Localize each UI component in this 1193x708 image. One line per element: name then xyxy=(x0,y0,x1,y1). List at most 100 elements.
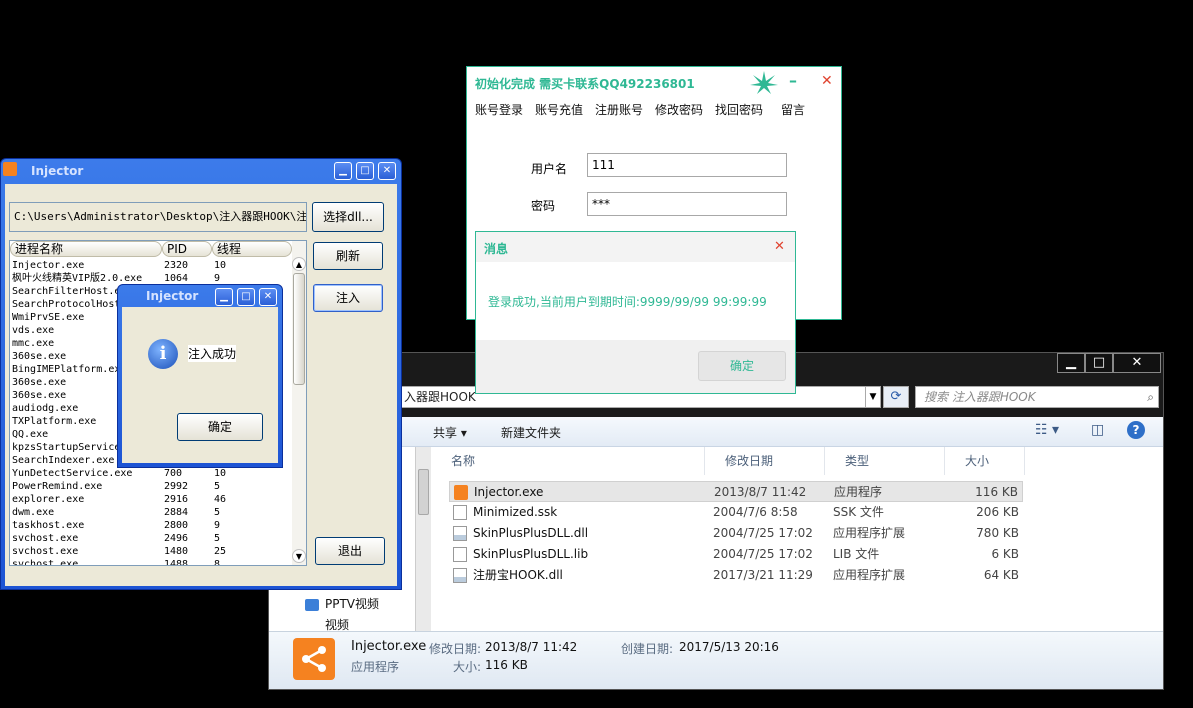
column-header-process-name[interactable]: 进程名称 xyxy=(10,241,162,257)
new-folder-button[interactable]: 新建文件夹 xyxy=(501,424,561,441)
details-size: 116 KB xyxy=(485,658,528,672)
scrollbar-thumb[interactable] xyxy=(293,273,305,385)
close-button[interactable]: ✕ xyxy=(378,162,396,180)
process-name: dwm.exe xyxy=(12,507,55,518)
search-input[interactable]: 搜索 注入器跟HOOK ⌕ xyxy=(915,386,1159,408)
process-threads: 5 xyxy=(214,507,221,518)
process-pid: 2884 xyxy=(164,507,189,518)
dll-path-field[interactable]: C:\Users\Administrator\Desktop\注入器跟HOOK\… xyxy=(9,202,307,232)
exit-button[interactable]: 退出 xyxy=(315,537,385,565)
file-icon xyxy=(453,505,467,520)
process-name: 360se.exe xyxy=(12,351,67,362)
menu-message[interactable]: 留言 xyxy=(781,101,805,118)
password-input[interactable]: *** xyxy=(587,192,787,216)
process-name: kpzsStartupService xyxy=(12,442,121,453)
file-row[interactable]: SkinPlusPlusDLL.dll 2004/7/25 17:02 应用程序… xyxy=(449,523,1023,544)
process-pid: 2496 xyxy=(164,533,189,544)
minimize-button[interactable]: ▁ xyxy=(215,288,233,306)
view-options-icon[interactable]: ☷ ▾ xyxy=(1035,422,1059,438)
process-threads: 9 xyxy=(214,520,221,531)
details-size-label: 大小: xyxy=(453,660,482,674)
close-button[interactable]: ✕ xyxy=(774,239,785,254)
minimize-button[interactable]: ▁ xyxy=(334,162,352,180)
dialog-content: 登录成功,当前用户到期时间:9999/99/99 99:99:99 xyxy=(476,262,795,340)
file-row[interactable]: 注册宝HOOK.dll 2017/3/21 11:29 应用程序扩展 64 KB xyxy=(449,565,1023,586)
scroll-up-icon[interactable]: ▲ xyxy=(292,257,306,271)
preview-pane-icon[interactable]: ◫ xyxy=(1091,422,1104,438)
close-button[interactable]: ✕ xyxy=(1113,353,1161,373)
inject-success-dialog: Injector ▁ □ ✕ i 注入成功 确定 xyxy=(117,284,283,468)
password-label: 密码 xyxy=(531,199,556,213)
dialog-body: i 注入成功 确定 xyxy=(122,307,278,463)
explorer-window: ▁ □ ✕ 入器跟HOOK ▼ ⟳ 搜索 注入器跟HOOK ⌕ 共享 ▾ 新建文… xyxy=(268,352,1164,690)
process-pid: 700 xyxy=(164,468,183,479)
menu-account-recharge[interactable]: 账号充值 xyxy=(535,101,583,118)
window-title: Injector xyxy=(31,164,84,178)
username-input[interactable]: 111 xyxy=(587,153,787,177)
column-header-date[interactable]: 修改日期 xyxy=(705,447,825,475)
select-dll-button[interactable]: 选择dll... xyxy=(312,202,384,232)
file-row[interactable]: Minimized.ssk 2004/7/6 8:58 SSK 文件 206 K… xyxy=(449,502,1023,523)
dll-icon xyxy=(453,526,467,541)
nav-item-pptv[interactable]: PPTV视频 xyxy=(325,595,379,612)
minimize-button[interactable]: – xyxy=(789,71,797,90)
column-header-name[interactable]: 名称 xyxy=(431,447,705,475)
chevron-down-icon[interactable]: ▼ xyxy=(865,386,881,408)
minimize-button[interactable]: ▁ xyxy=(1057,353,1085,373)
dialog-message: 注入成功 xyxy=(188,345,237,362)
details-created: 2017/5/13 20:16 xyxy=(679,640,779,654)
process-name: vds.exe xyxy=(12,325,55,336)
scroll-down-icon[interactable]: ▼ xyxy=(292,549,306,563)
close-button[interactable]: ✕ xyxy=(259,288,277,306)
maximize-button[interactable]: □ xyxy=(1085,353,1113,373)
share-menu[interactable]: 共享 ▾ xyxy=(433,424,467,441)
details-type: 应用程序 xyxy=(351,660,400,674)
process-name: TXPlatform.exe xyxy=(12,416,97,427)
process-name: svchost.exe xyxy=(12,559,79,566)
injector-app-icon xyxy=(293,638,335,680)
search-placeholder: 搜索 注入器跟HOOK xyxy=(924,390,1036,404)
inject-button[interactable]: 注入 xyxy=(313,284,383,312)
nav-scrollbar-thumb[interactable] xyxy=(418,469,429,515)
process-pid: 1480 xyxy=(164,546,189,557)
refresh-icon[interactable]: ⟳ xyxy=(883,386,909,408)
menu-recover-password[interactable]: 找回密码 xyxy=(715,101,763,118)
process-name: audiodg.exe xyxy=(12,403,79,414)
process-threads: 25 xyxy=(214,546,227,557)
process-threads: 10 xyxy=(214,260,227,271)
process-name: PowerRemind.exe xyxy=(12,481,103,492)
file-row[interactable]: Injector.exe 2013/8/7 11:42 应用程序 116 KB xyxy=(449,481,1023,502)
help-icon[interactable]: ? xyxy=(1127,421,1145,439)
process-name: SearchFilterHost.exe xyxy=(12,286,133,297)
menu-change-password[interactable]: 修改密码 xyxy=(655,101,703,118)
command-bar: 共享 ▾ 新建文件夹 ☷ ▾ ◫ ? xyxy=(269,417,1163,447)
process-threads: 46 xyxy=(214,494,227,505)
process-threads: 8 xyxy=(214,559,221,566)
refresh-button[interactable]: 刷新 xyxy=(313,242,383,270)
process-scrollbar[interactable]: ▲ ▼ xyxy=(292,241,306,565)
dialog-title: 消息 xyxy=(484,242,509,256)
process-pid: 1488 xyxy=(164,559,189,566)
process-pid: 2800 xyxy=(164,520,189,531)
column-header-threads[interactable]: 线程 xyxy=(212,241,292,257)
menu-register[interactable]: 注册账号 xyxy=(595,101,643,118)
process-name: Injector.exe xyxy=(12,260,85,271)
column-header-size[interactable]: 大小 xyxy=(945,447,1025,475)
nav-scrollbar[interactable] xyxy=(415,447,431,631)
injector-app-icon xyxy=(3,162,17,176)
close-button[interactable]: ✕ xyxy=(821,73,833,89)
ok-button[interactable]: 确定 xyxy=(698,351,786,381)
file-icon xyxy=(453,547,467,562)
process-name: taskhost.exe xyxy=(12,520,85,531)
process-name: BingIMEPlatform.exe xyxy=(12,364,127,375)
file-row[interactable]: SkinPlusPlusDLL.lib 2004/7/25 17:02 LIB … xyxy=(449,544,1023,565)
column-header-type[interactable]: 类型 xyxy=(825,447,945,475)
column-header-pid[interactable]: PID xyxy=(162,241,212,257)
process-name: 360se.exe xyxy=(12,377,67,388)
maximize-button[interactable]: □ xyxy=(356,162,374,180)
process-name: svchost.exe xyxy=(12,533,79,544)
menu-account-login[interactable]: 账号登录 xyxy=(475,101,523,118)
maximize-button[interactable]: □ xyxy=(237,288,255,306)
ok-button[interactable]: 确定 xyxy=(177,413,263,441)
process-name: mmc.exe xyxy=(12,338,55,349)
